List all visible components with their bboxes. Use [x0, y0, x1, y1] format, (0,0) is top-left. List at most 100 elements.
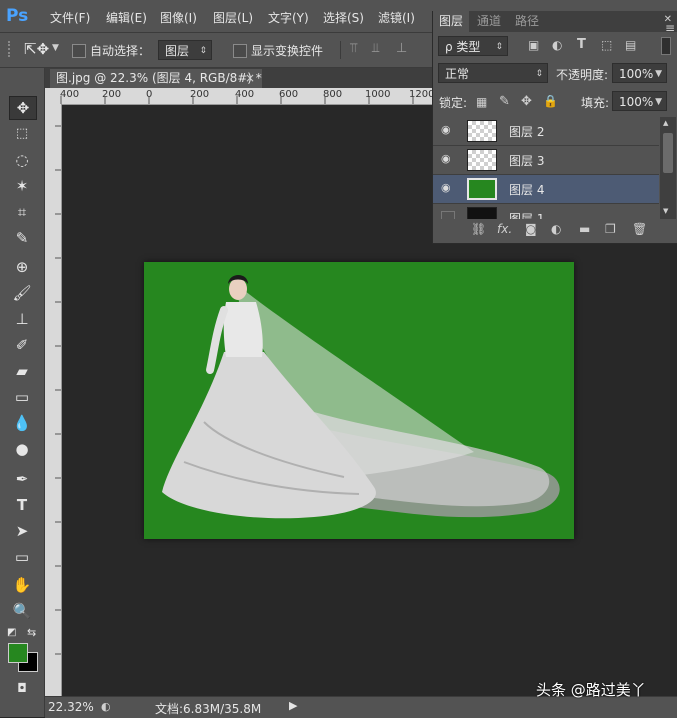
eraser-tool-icon[interactable]: ▰	[9, 360, 35, 382]
history-brush-tool-icon[interactable]: ✐	[9, 334, 35, 356]
filter-adjustment-icon[interactable]: ◐	[552, 38, 562, 52]
layer-row-3[interactable]: ◉ 图层 3	[433, 146, 659, 175]
layer-row-4[interactable]: ◉ 图层 4	[433, 175, 659, 204]
brush-tool-icon[interactable]: 🖌	[9, 282, 35, 304]
lock-pixels-icon[interactable]: ✎	[499, 94, 510, 109]
fill-value: 100%	[619, 95, 654, 109]
status-info-icon[interactable]: ◐	[101, 700, 111, 713]
layer-thumbnail	[467, 207, 497, 219]
document-info: 文档:6.83M/35.8M	[155, 702, 262, 716]
layers-panel: 图层 通道 路径 ✕ ≡ ρ 类型 ⇕ ▣ ◐ T ⬚ ▤ 正常 ⇕ 不透明度:…	[432, 11, 677, 244]
path-selection-tool-icon[interactable]: ➤	[9, 520, 35, 542]
marquee-tool-icon[interactable]: ⬚	[9, 123, 35, 145]
opacity-field[interactable]: 100% ▼	[612, 63, 667, 83]
fx-button[interactable]: fx.	[497, 222, 512, 236]
type-tool-icon[interactable]: T	[9, 494, 35, 516]
updown-arrow-icon: ⇕	[495, 42, 503, 52]
default-colors-icon[interactable]: ◩	[7, 627, 16, 638]
opacity-label: 不透明度:	[556, 68, 609, 82]
trash-icon[interactable]: 🗑	[632, 222, 647, 236]
tab-paths[interactable]: 路径	[509, 11, 545, 32]
lock-position-icon[interactable]: ✥	[521, 94, 532, 109]
chevron-down-icon[interactable]: ▼	[52, 43, 59, 53]
lasso-tool-icon[interactable]: ◌	[9, 149, 35, 171]
fill-field[interactable]: 100% ▼	[612, 91, 667, 111]
layer-filter-dropdown[interactable]: ρ 类型 ⇕	[438, 36, 508, 56]
move-tool-icon[interactable]: ✥	[9, 96, 37, 120]
hand-tool-icon[interactable]: ✋	[9, 574, 35, 596]
close-tab-icon[interactable]: ×	[245, 69, 255, 88]
align-bottom-icon[interactable]: ⊥	[396, 41, 407, 56]
scroll-thumb[interactable]	[663, 133, 673, 173]
layer-thumbnail	[467, 149, 497, 171]
menu-layer[interactable]: 图层(L)	[213, 9, 253, 26]
lock-transparent-icon[interactable]: ▦	[476, 95, 487, 109]
eye-icon[interactable]: ◉	[441, 124, 455, 135]
layer-row-2[interactable]: ◉ 图层 2	[433, 117, 659, 146]
rectangle-tool-icon[interactable]: ▭	[9, 546, 35, 568]
scroll-up-icon[interactable]: ▲	[663, 119, 668, 127]
chevron-down-icon[interactable]: ▼	[655, 92, 662, 112]
tab-channels[interactable]: 通道	[471, 11, 507, 32]
menu-file[interactable]: 文件(F)	[50, 9, 90, 26]
lock-label: 锁定:	[439, 96, 468, 110]
pen-tool-icon[interactable]: ✒	[9, 468, 35, 490]
show-transform-label: 显示变换控件	[251, 44, 324, 58]
filter-smart-object-icon[interactable]: ▤	[625, 38, 636, 52]
filter-pixel-icon[interactable]: ▣	[528, 38, 539, 52]
document-tab[interactable]: 图.jpg @ 22.3% (图层 4, RGB/8#) * ×	[50, 69, 262, 88]
menu-filter[interactable]: 滤镜(I)	[378, 9, 415, 26]
align-top-icon[interactable]: ⫪	[350, 41, 357, 56]
swap-colors-icon[interactable]: ⇆	[27, 626, 36, 639]
blend-mode-dropdown[interactable]: 正常 ⇕	[438, 63, 548, 83]
auto-select-checkbox[interactable]	[72, 44, 86, 58]
healing-brush-tool-icon[interactable]: ⊕	[9, 256, 35, 278]
eye-icon[interactable]: ◉	[441, 153, 455, 164]
layer-name: 图层 1	[509, 212, 545, 219]
tab-layers[interactable]: 图层	[433, 11, 470, 32]
opacity-value: 100%	[619, 67, 654, 81]
menu-edit[interactable]: 编辑(E)	[106, 9, 147, 26]
show-transform-checkbox[interactable]	[233, 44, 247, 58]
layers-scrollbar[interactable]: ▲ ▼	[660, 117, 676, 219]
lock-all-icon[interactable]: 🔒	[543, 94, 558, 108]
scroll-down-icon[interactable]: ▼	[663, 207, 668, 215]
move-tool-preset-icon[interactable]: ⇱✥	[24, 40, 49, 58]
new-layer-icon[interactable]: ❐	[605, 222, 616, 236]
group-folder-icon[interactable]: ▬	[579, 222, 590, 236]
clone-stamp-tool-icon[interactable]: ⊥	[9, 308, 35, 330]
filter-shape-icon[interactable]: ⬚	[601, 38, 612, 52]
align-middle-icon[interactable]: ⫫	[372, 41, 379, 56]
zoom-tool-icon[interactable]: 🔍	[9, 600, 35, 622]
filter-toggle[interactable]	[661, 37, 671, 55]
adjustment-layer-icon[interactable]: ◐	[551, 222, 561, 236]
layer-filter-label: ρ 类型	[445, 40, 481, 54]
updown-arrow-icon: ⇕	[535, 69, 543, 79]
magic-wand-tool-icon[interactable]: ✶	[9, 175, 35, 197]
status-menu-arrow-icon[interactable]: ▶	[289, 699, 297, 712]
menu-select[interactable]: 选择(S)	[323, 9, 364, 26]
add-mask-icon[interactable]: ◙	[525, 222, 537, 236]
bride-figure	[162, 275, 560, 519]
filter-type-icon[interactable]: T	[577, 37, 586, 52]
dodge-tool-icon[interactable]: ●	[9, 438, 35, 460]
menu-type[interactable]: 文字(Y)	[268, 9, 309, 26]
foreground-color-swatch[interactable]	[8, 643, 28, 663]
auto-select-label: 自动选择：	[90, 44, 151, 58]
menu-image[interactable]: 图像(I)	[160, 9, 197, 26]
quick-mask-icon[interactable]: ◘	[9, 677, 35, 699]
document-image[interactable]	[144, 262, 574, 539]
panel-menu-icon[interactable]: ≡	[665, 21, 675, 35]
crop-tool-icon[interactable]: ⌗	[9, 201, 35, 223]
gradient-tool-icon[interactable]: ▭	[9, 386, 35, 408]
eye-icon[interactable]: ◉	[441, 182, 455, 193]
blur-tool-icon[interactable]: 💧	[9, 412, 35, 434]
divider	[340, 41, 341, 59]
eyedropper-tool-icon[interactable]: ✎	[9, 227, 35, 249]
zoom-level[interactable]: 22.32%	[48, 700, 94, 714]
link-layers-icon[interactable]: ⛓	[471, 222, 486, 236]
visibility-off-box[interactable]	[441, 211, 455, 219]
auto-select-dropdown[interactable]: 图层 ⇕	[158, 40, 212, 60]
layer-row-1[interactable]: 图层 1	[433, 204, 659, 219]
chevron-down-icon[interactable]: ▼	[655, 64, 662, 84]
